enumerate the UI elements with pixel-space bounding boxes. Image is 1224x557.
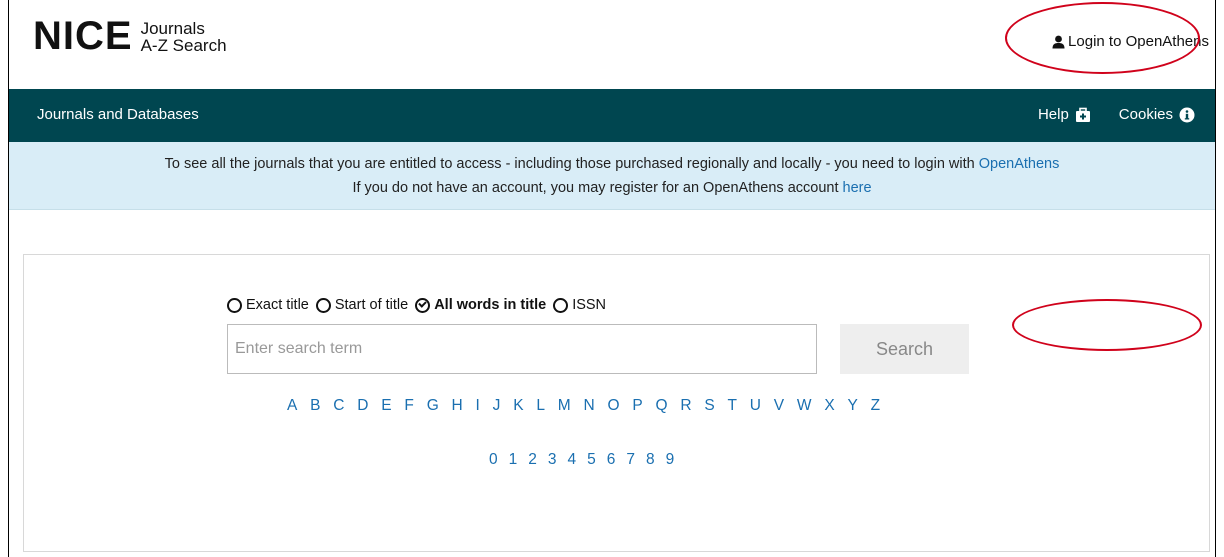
nav-journals-databases[interactable]: Journals and Databases — [37, 106, 199, 123]
notice-line2: If you do not have an account, you may r… — [9, 180, 1215, 196]
annotation-oval-login — [1005, 2, 1200, 74]
radio-icon[interactable] — [553, 297, 569, 313]
letter-link[interactable]: R — [680, 397, 691, 415]
letter-link[interactable]: O — [607, 397, 619, 415]
register-here-link[interactable]: here — [843, 180, 872, 196]
option-issn[interactable]: ISSN — [553, 297, 606, 313]
option-all-words-in-title[interactable]: All words in title — [415, 297, 546, 313]
openathens-link[interactable]: OpenAthens — [979, 156, 1060, 172]
digit-link[interactable]: 6 — [607, 451, 616, 469]
letter-link[interactable]: B — [310, 397, 320, 415]
nav-help-label: Help — [1037, 106, 1069, 123]
letter-link[interactable]: M — [558, 397, 571, 415]
nav-right: Help Cookies — [1010, 106, 1195, 123]
medkit-icon — [1075, 107, 1090, 122]
digit-link[interactable]: 2 — [528, 451, 537, 469]
letter-link[interactable]: G — [427, 397, 439, 415]
letter-link[interactable]: Y — [847, 397, 857, 415]
option-start-of-title[interactable]: Start of title — [315, 297, 409, 313]
letter-link[interactable]: Z — [871, 397, 880, 415]
radio-checked-icon[interactable] — [415, 297, 431, 313]
login-notice: To see all the journals that you are ent… — [9, 142, 1215, 210]
nav-help[interactable]: Help — [1038, 106, 1091, 123]
page-frame: NICE Journals A-Z Search Login to OpenAt… — [8, 0, 1216, 557]
digit-link[interactable]: 4 — [568, 451, 577, 469]
digit-link[interactable]: 5 — [587, 451, 596, 469]
nav-cookies-label: Cookies — [1118, 106, 1173, 123]
logo-subtitle-line2: A-Z Search — [140, 36, 227, 55]
option-label: Exact title — [246, 297, 309, 313]
navbar: Journals and Databases Help Cookies — [9, 89, 1215, 142]
logo-text: NICE — [33, 14, 133, 58]
letter-link[interactable]: H — [452, 397, 463, 415]
annotation-oval-empty — [1012, 299, 1202, 351]
letter-link[interactable]: C — [333, 397, 344, 415]
letter-link[interactable]: P — [632, 397, 642, 415]
letter-link[interactable]: E — [381, 397, 391, 415]
letter-link[interactable]: Q — [655, 397, 667, 415]
letter-link[interactable]: K — [513, 397, 523, 415]
letter-link[interactable]: X — [824, 397, 834, 415]
notice-line2-text: If you do not have an account, you may r… — [352, 180, 843, 196]
site-logo[interactable]: NICE Journals A-Z Search — [33, 14, 227, 58]
letter-link[interactable]: U — [750, 397, 761, 415]
nav-cookies[interactable]: Cookies — [1119, 106, 1195, 123]
letter-link[interactable]: A — [287, 397, 297, 415]
letter-link[interactable]: F — [404, 397, 413, 415]
digit-link[interactable]: 3 — [548, 451, 557, 469]
notice-line1: To see all the journals that you are ent… — [9, 156, 1215, 172]
search-options: Exact title Start of title All words in … — [227, 297, 613, 313]
letter-link[interactable]: N — [583, 397, 594, 415]
digit-link[interactable]: 7 — [626, 451, 635, 469]
logo-subtitle: Journals A-Z Search — [141, 20, 227, 54]
search-input[interactable] — [227, 324, 817, 374]
letter-link[interactable]: S — [704, 397, 714, 415]
letter-link[interactable]: V — [774, 397, 784, 415]
letter-link[interactable]: L — [536, 397, 545, 415]
option-exact-title[interactable]: Exact title — [227, 297, 309, 313]
digit-link[interactable]: 9 — [666, 451, 675, 469]
option-label: ISSN — [572, 297, 607, 313]
digit-index: 0 1 2 3 4 5 6 7 8 9 — [489, 451, 685, 469]
digit-link[interactable]: 1 — [509, 451, 518, 469]
info-circle-icon — [1179, 107, 1195, 122]
letter-index: A B C D E F G H I J K L M N O P Q R S T … — [287, 397, 893, 415]
radio-icon[interactable] — [227, 297, 242, 313]
letter-link[interactable]: D — [357, 397, 368, 415]
letter-link[interactable]: I — [476, 397, 480, 415]
search-button[interactable]: Search — [840, 324, 969, 374]
digit-link[interactable]: 8 — [646, 451, 655, 469]
option-label: Start of title — [334, 297, 409, 313]
radio-icon[interactable] — [315, 297, 331, 313]
letter-link[interactable]: W — [797, 397, 812, 415]
search-panel: Exact title Start of title All words in … — [23, 254, 1210, 552]
letter-link[interactable]: J — [493, 397, 501, 415]
digit-link[interactable]: 0 — [489, 451, 498, 469]
option-label: All words in title — [434, 297, 547, 313]
letter-link[interactable]: T — [727, 397, 736, 415]
notice-line1-text: To see all the journals that you are ent… — [164, 156, 979, 172]
